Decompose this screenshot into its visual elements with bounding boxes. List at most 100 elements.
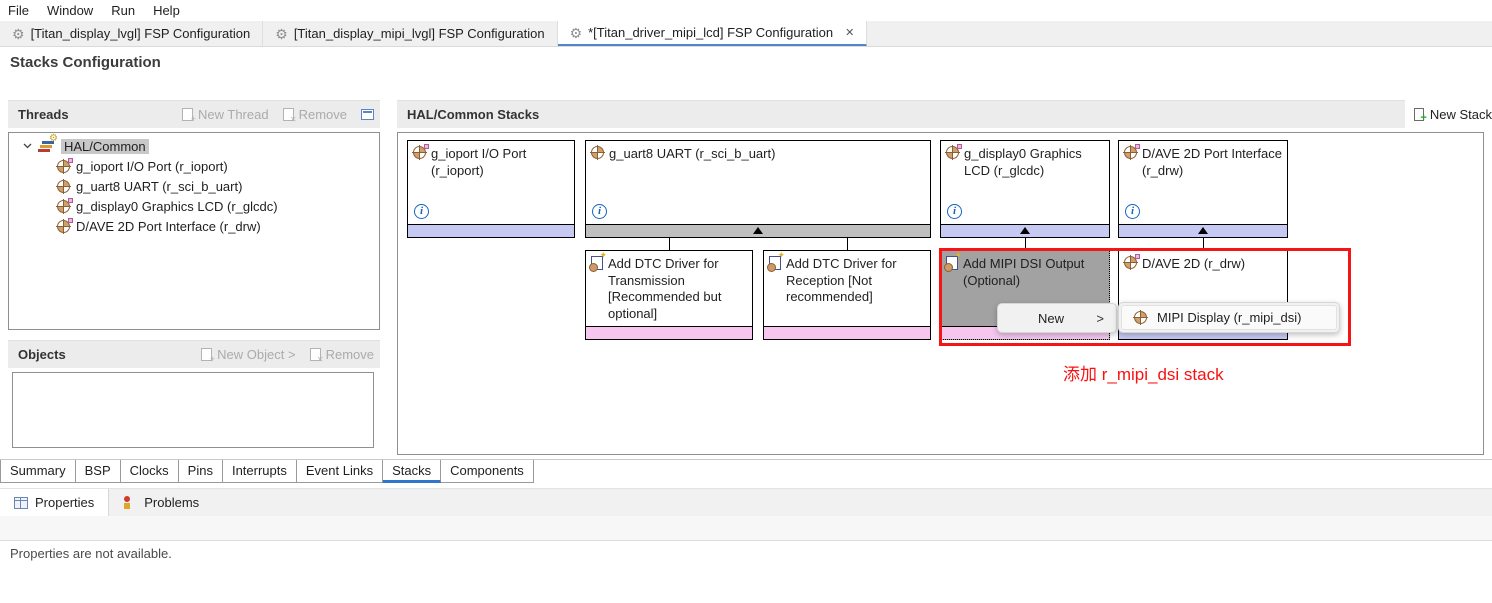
tree-item-g-display0[interactable]: g_display0 Graphics LCD (r_glcdc) [9, 196, 379, 216]
menu-item-label: MIPI Display (r_mipi_dsi) [1157, 310, 1301, 325]
stack-card-g-uart8[interactable]: g_uart8 UART (r_sci_b_uart) i [585, 140, 931, 238]
tree-item-label: g_ioport I/O Port (r_ioport) [76, 159, 228, 174]
new-thread-icon [182, 108, 193, 121]
stack-card-dave2d-port[interactable]: D/AVE 2D Port Interface (r_drw) i [1118, 140, 1288, 238]
editor-tab-strip: ⚙ [Titan_display_lvgl] FSP Configuration… [0, 21, 1492, 47]
context-submenu: MIPI Display (r_mipi_dsi) [1118, 302, 1340, 333]
tree-item-g-uart8[interactable]: g_uart8 UART (r_sci_b_uart) [9, 176, 379, 196]
menu-window[interactable]: Window [47, 3, 93, 18]
stack-card-add-dtc-rx[interactable]: Add DTC Driver for Reception [Not recomm… [763, 250, 931, 340]
menu-run[interactable]: Run [111, 3, 135, 18]
tree-item-label: g_uart8 UART (r_sci_b_uart) [76, 179, 242, 194]
annotation-text: 添加 r_mipi_dsi stack [1063, 360, 1224, 385]
objects-panel-header: Objects New Object > Remove [8, 340, 380, 368]
stack-card-bar [764, 326, 930, 339]
tab-label: Properties [35, 495, 94, 510]
stack-card-bar [941, 224, 1109, 237]
new-stack-icon [1414, 108, 1424, 121]
module-icon [57, 180, 70, 193]
new-object-button[interactable]: New Object > [201, 347, 295, 362]
lower-view-tab-bar: Properties Problems [0, 488, 1492, 516]
objects-title: Objects [8, 347, 66, 362]
stacks-panel-header: HAL/Common Stacks [397, 100, 1405, 128]
context-menu-new-label: New [1038, 311, 1064, 326]
tab-clocks[interactable]: Clocks [121, 460, 179, 483]
stack-card-label: D/AVE 2D Port Interface (r_drw) [1142, 146, 1283, 179]
new-thread-button[interactable]: New Thread [182, 107, 269, 122]
add-stack-icon [591, 256, 603, 270]
module-icon [1134, 311, 1147, 324]
remove-icon [310, 348, 321, 361]
info-icon[interactable]: i [414, 204, 429, 219]
remove-label: Remove [326, 347, 374, 362]
collapse-triangle[interactable] [753, 227, 763, 234]
stack-connector [669, 238, 670, 250]
tab-titan-display-lvgl[interactable]: ⚙ [Titan_display_lvgl] FSP Configuration [0, 21, 263, 46]
tab-bsp[interactable]: BSP [76, 460, 121, 483]
chevron-down-icon[interactable] [23, 143, 32, 149]
tab-pins[interactable]: Pins [179, 460, 223, 483]
stack-card-bar [586, 326, 752, 339]
tab-problems[interactable]: Problems [109, 489, 213, 516]
remove-thread-button[interactable]: Remove [283, 107, 347, 122]
tab-bar-filler [534, 460, 1492, 483]
gear-icon: ⚙ [275, 27, 288, 41]
tab-properties[interactable]: Properties [0, 489, 109, 516]
remove-object-button[interactable]: Remove [310, 347, 374, 362]
tab-interrupts[interactable]: Interrupts [223, 460, 297, 483]
module-icon [1124, 146, 1137, 159]
module-icon [57, 160, 70, 173]
add-stack-icon [769, 256, 781, 270]
tab-event-links[interactable]: Event Links [297, 460, 383, 483]
collapse-triangle[interactable] [1020, 227, 1030, 234]
stack-card-label: Add MIPI DSI Output (Optional) [963, 256, 1105, 289]
info-icon[interactable]: i [592, 204, 607, 219]
stack-card-bar [408, 224, 574, 237]
collapse-triangle[interactable] [1198, 227, 1208, 234]
tree-item-dave2d-port[interactable]: D/AVE 2D Port Interface (r_drw) [9, 216, 379, 236]
close-icon[interactable]: ✕ [845, 26, 854, 39]
menu-bar: File Window Run Help [0, 0, 1492, 21]
menu-file[interactable]: File [8, 3, 29, 18]
stack-card-label: g_display0 Graphics LCD (r_glcdc) [964, 146, 1105, 179]
new-stack-button[interactable]: New Stack [1406, 100, 1492, 128]
tree-item-label: g_display0 Graphics LCD (r_glcdc) [76, 199, 278, 214]
menu-item-mipi-display[interactable]: MIPI Display (r_mipi_dsi) [1121, 305, 1337, 330]
gear-icon: ⚙ [570, 26, 583, 40]
info-icon[interactable]: i [1125, 204, 1140, 219]
tree-item-label: HAL/Common [61, 139, 149, 154]
tab-label: [Titan_display_lvgl] FSP Configuration [31, 26, 251, 41]
stack-card-g-ioport[interactable]: g_ioport I/O Port (r_ioport) i [407, 140, 575, 238]
page-title: Stacks Configuration [10, 54, 161, 71]
tab-components[interactable]: Components [441, 460, 534, 483]
new-object-icon [201, 348, 212, 361]
stack-card-label: g_ioport I/O Port (r_ioport) [431, 146, 570, 179]
tree-item-hal-common[interactable]: HAL/Common [9, 136, 379, 156]
stack-card-g-display0[interactable]: g_display0 Graphics LCD (r_glcdc) i [940, 140, 1110, 238]
tab-titan-display-mipi-lvgl[interactable]: ⚙ [Titan_display_mipi_lvgl] FSP Configur… [263, 21, 557, 46]
tree-item-g-ioport[interactable]: g_ioport I/O Port (r_ioport) [9, 156, 379, 176]
module-icon [57, 220, 70, 233]
tab-titan-driver-mipi-lcd[interactable]: ⚙ *[Titan_driver_mipi_lcd] FSP Configura… [558, 21, 868, 46]
module-icon [591, 146, 604, 159]
tab-stacks[interactable]: Stacks [383, 460, 441, 483]
threads-panel-header: Threads New Thread Remove [8, 100, 380, 128]
objects-list [12, 372, 374, 448]
stack-card-add-dtc-tx[interactable]: Add DTC Driver for Transmission [Recomme… [585, 250, 753, 340]
stack-connector [1025, 238, 1026, 250]
new-object-label: New Object > [217, 347, 295, 362]
gear-icon: ⚙ [12, 27, 25, 41]
module-icon [1124, 256, 1137, 269]
threads-tree: HAL/Common g_ioport I/O Port (r_ioport) … [8, 132, 380, 330]
module-icon [413, 146, 426, 159]
tree-item-label: D/AVE 2D Port Interface (r_drw) [76, 219, 261, 234]
menu-help[interactable]: Help [153, 3, 180, 18]
tab-summary[interactable]: Summary [0, 460, 76, 483]
restore-panel-icon[interactable] [361, 109, 374, 120]
stack-connector [1203, 238, 1204, 250]
info-icon[interactable]: i [947, 204, 962, 219]
stack-card-label: Add DTC Driver for Transmission [Recomme… [608, 256, 748, 323]
new-thread-label: New Thread [198, 107, 269, 122]
tab-label: Problems [144, 495, 199, 510]
context-menu-new[interactable]: New > [997, 303, 1117, 333]
